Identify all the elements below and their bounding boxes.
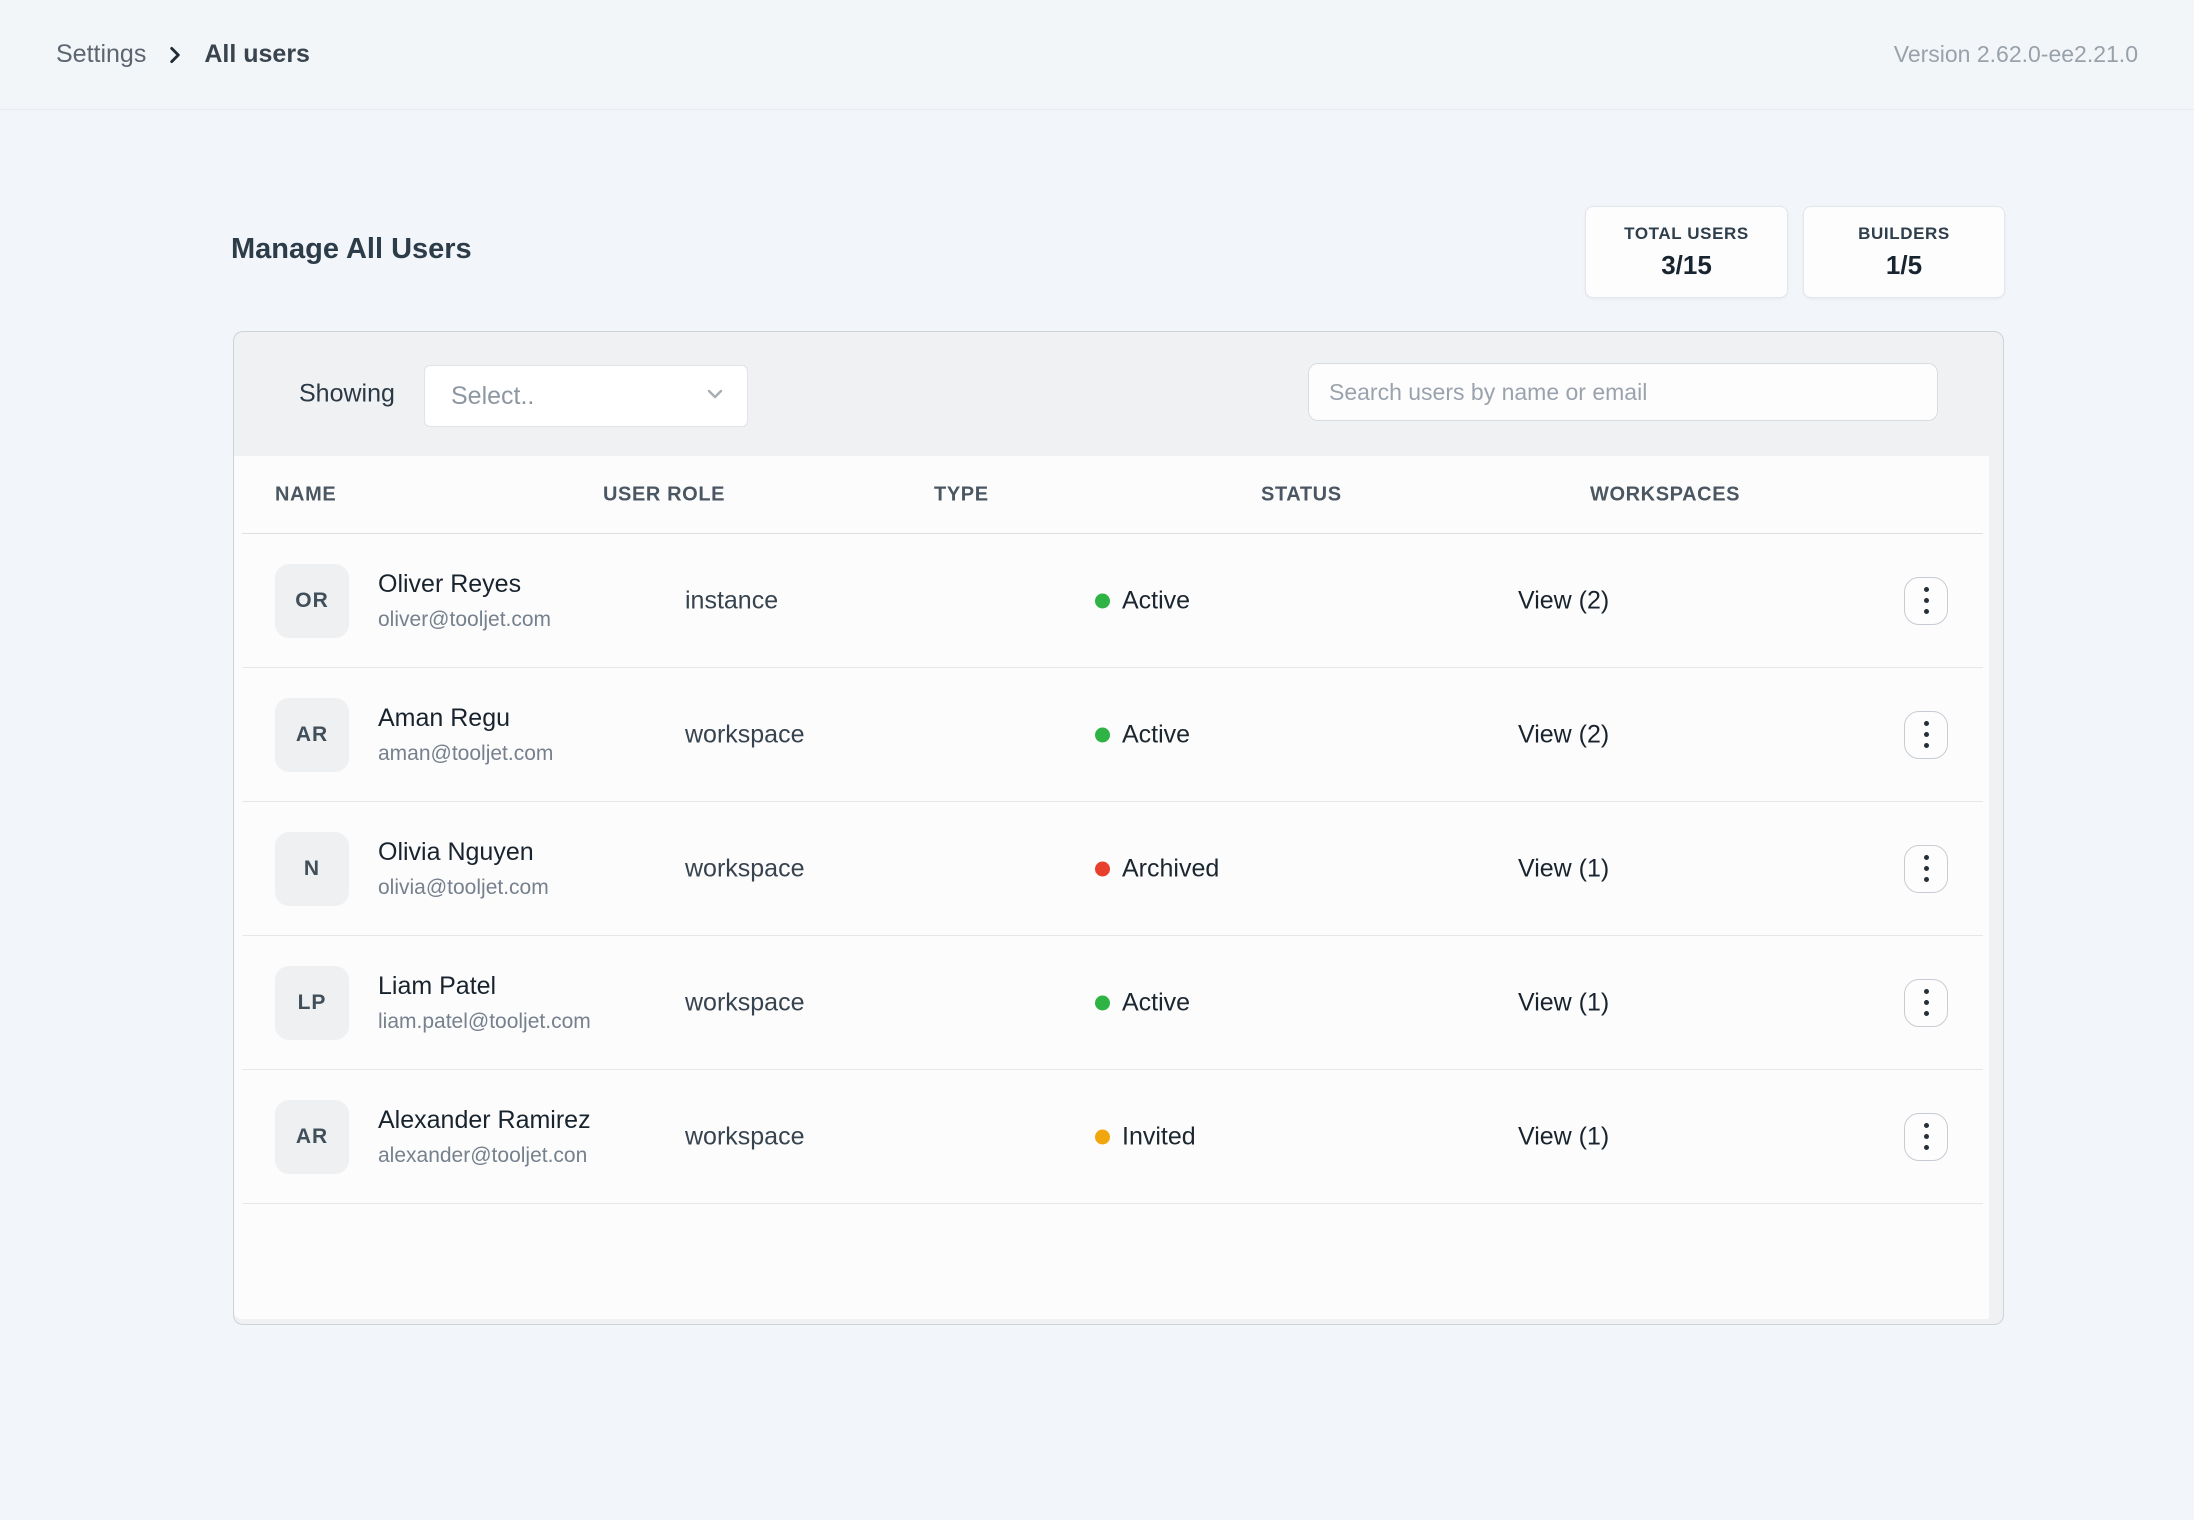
showing-label: Showing (299, 380, 395, 409)
status-cell: Active (1095, 988, 1190, 1017)
search-input[interactable] (1308, 363, 1938, 421)
kebab-dot (1924, 587, 1929, 592)
status-badge: Archived (1122, 854, 1219, 883)
avatar: N (275, 832, 349, 906)
status-dot-icon (1095, 727, 1110, 742)
table-row: LP Liam Patel liam.patel@tooljet.com wor… (242, 936, 1983, 1070)
user-name: Aman Regu (378, 704, 553, 733)
kebab-dot (1924, 989, 1929, 994)
view-workspaces-link[interactable]: View (1) (1518, 854, 1609, 883)
kebab-dot (1924, 721, 1929, 726)
user-email: olivia@tooljet.com (378, 876, 549, 900)
user-name: Olivia Nguyen (378, 838, 549, 867)
avatar: AR (275, 698, 349, 772)
view-workspaces-link[interactable]: View (1) (1518, 988, 1609, 1017)
total-users-value: 3/15 (1661, 250, 1712, 281)
status-badge: Active (1122, 720, 1190, 749)
status-cell: Invited (1095, 1122, 1196, 1151)
kebab-dot (1924, 1011, 1929, 1016)
status-cell: Active (1095, 586, 1190, 615)
row-actions-kebab-button[interactable] (1904, 1113, 1948, 1161)
row-actions-kebab-button[interactable] (1904, 711, 1948, 759)
view-workspaces-link[interactable]: View (2) (1518, 720, 1609, 749)
user-email: liam.patel@tooljet.com (378, 1010, 591, 1034)
user-role-cell: workspace (685, 854, 805, 883)
builders-value: 1/5 (1886, 250, 1922, 281)
row-actions-kebab-button[interactable] (1904, 979, 1948, 1027)
user-name-cell: Alexander Ramirez alexander@tooljet.con (378, 1106, 591, 1168)
status-badge: Active (1122, 586, 1190, 615)
kebab-dot (1924, 1000, 1929, 1005)
users-table: NAME USER ROLE TYPE STATUS WORKSPACES OR… (234, 456, 1989, 1319)
breadcrumb-current-page: All users (204, 40, 310, 69)
user-name: Alexander Ramirez (378, 1106, 591, 1135)
kebab-dot (1924, 866, 1929, 871)
column-header-user-role: USER ROLE (603, 483, 725, 506)
avatar: LP (275, 966, 349, 1040)
status-badge: Invited (1122, 1122, 1196, 1151)
kebab-dot (1924, 877, 1929, 882)
user-email: alexander@tooljet.con (378, 1144, 591, 1168)
kebab-dot (1924, 1134, 1929, 1139)
kebab-dot (1924, 855, 1929, 860)
view-workspaces-link[interactable]: View (2) (1518, 586, 1609, 615)
kebab-dot (1924, 732, 1929, 737)
filter-bar: Showing Select.. (234, 332, 2003, 456)
breadcrumb-settings-link[interactable]: Settings (56, 40, 146, 69)
chevron-right-icon (164, 44, 186, 66)
table-row: AR Aman Regu aman@tooljet.com workspace … (242, 668, 1983, 802)
status-badge: Active (1122, 988, 1190, 1017)
users-card: Showing Select.. NAME USER ROLE TYPE STA… (233, 331, 2004, 1325)
user-role-cell: workspace (685, 720, 805, 749)
kebab-dot (1924, 609, 1929, 614)
status-dot-icon (1095, 995, 1110, 1010)
kebab-dot (1924, 743, 1929, 748)
status-dot-icon (1095, 593, 1110, 608)
kebab-dot (1924, 1145, 1929, 1150)
status-cell: Archived (1095, 854, 1219, 883)
row-actions-kebab-button[interactable] (1904, 845, 1948, 893)
builders-card: BUILDERS 1/5 (1803, 206, 2005, 298)
column-header-type: TYPE (934, 483, 989, 506)
user-name-cell: Oliver Reyes oliver@tooljet.com (378, 570, 551, 632)
view-workspaces-link[interactable]: View (1) (1518, 1122, 1609, 1151)
row-actions-kebab-button[interactable] (1904, 577, 1948, 625)
column-header-workspaces: WORKSPACES (1590, 483, 1740, 506)
avatar: AR (275, 1100, 349, 1174)
table-row: OR Oliver Reyes oliver@tooljet.com insta… (242, 534, 1983, 668)
user-name-cell: Aman Regu aman@tooljet.com (378, 704, 553, 766)
avatar: OR (275, 564, 349, 638)
user-name-cell: Olivia Nguyen olivia@tooljet.com (378, 838, 549, 900)
breadcrumb: Settings All users (56, 40, 310, 69)
status-dot-icon (1095, 1129, 1110, 1144)
user-name-cell: Liam Patel liam.patel@tooljet.com (378, 972, 591, 1034)
top-bar: Settings All users Version 2.62.0-ee2.21… (0, 0, 2194, 110)
user-role-cell: workspace (685, 1122, 805, 1151)
user-role-cell: workspace (685, 988, 805, 1017)
showing-filter-value: Select.. (451, 382, 534, 411)
showing-filter-select[interactable]: Select.. (424, 365, 748, 427)
table-header-row: NAME USER ROLE TYPE STATUS WORKSPACES (242, 456, 1983, 534)
total-users-card: TOTAL USERS 3/15 (1585, 206, 1788, 298)
status-dot-icon (1095, 861, 1110, 876)
column-header-status: STATUS (1261, 483, 1342, 506)
chevron-down-icon (703, 382, 727, 411)
page-title: Manage All Users (231, 233, 472, 266)
table-row: N Olivia Nguyen olivia@tooljet.com works… (242, 802, 1983, 936)
total-users-label: TOTAL USERS (1624, 224, 1749, 244)
kebab-dot (1924, 598, 1929, 603)
user-name: Oliver Reyes (378, 570, 551, 599)
user-role-cell: instance (685, 586, 778, 615)
table-body: OR Oliver Reyes oliver@tooljet.com insta… (234, 534, 1989, 1204)
table-row: AR Alexander Ramirez alexander@tooljet.c… (242, 1070, 1983, 1204)
kebab-dot (1924, 1123, 1929, 1128)
user-email: aman@tooljet.com (378, 742, 553, 766)
version-label: Version 2.62.0-ee2.21.0 (1894, 41, 2138, 68)
column-header-name: NAME (275, 483, 336, 506)
builders-label: BUILDERS (1858, 224, 1950, 244)
status-cell: Active (1095, 720, 1190, 749)
user-email: oliver@tooljet.com (378, 608, 551, 632)
user-name: Liam Patel (378, 972, 591, 1001)
